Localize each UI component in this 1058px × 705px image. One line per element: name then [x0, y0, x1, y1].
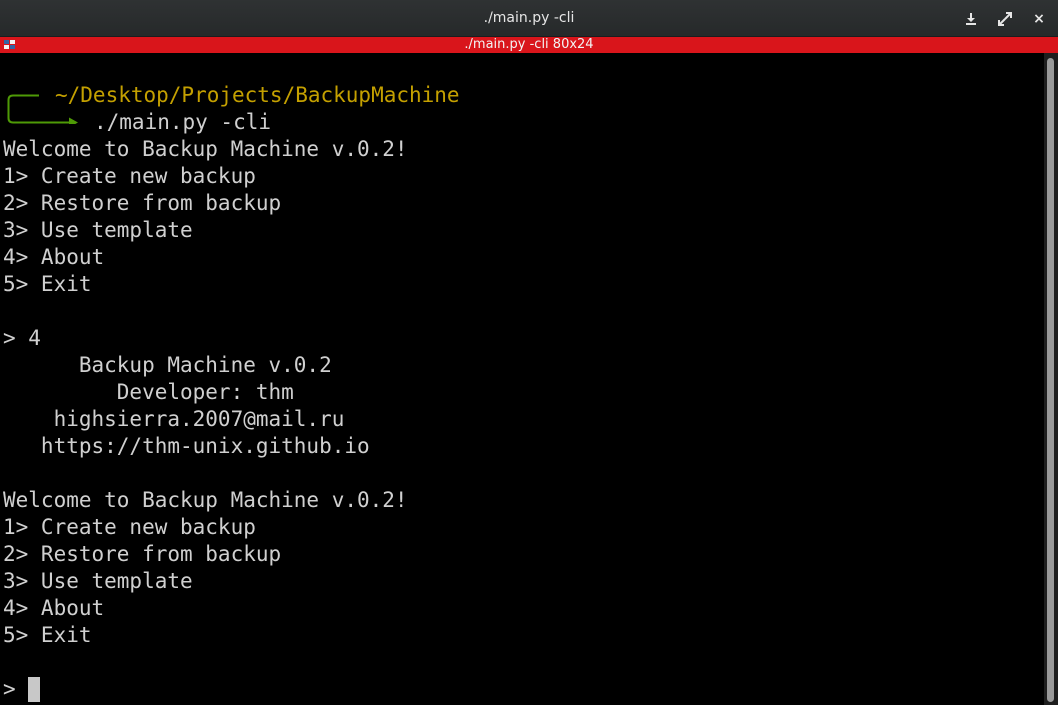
window-titlebar[interactable]: ./main.py -cli ×	[0, 0, 1058, 37]
text-cursor[interactable]	[28, 677, 40, 702]
output-line: Welcome to Backup Machine v.0.2!	[3, 488, 408, 512]
output-line: 4> About	[3, 245, 105, 269]
prompt-path: ~/Desktop/Projects/BackupMachine	[55, 83, 460, 107]
scrollbar-thumb[interactable]	[1047, 58, 1054, 702]
expand-arrows-icon	[998, 12, 1012, 26]
output-line: 3> Use template	[3, 218, 193, 242]
output-line: 1> Create new backup	[3, 164, 256, 188]
output-line: Welcome to Backup Machine v.0.2!	[3, 137, 408, 161]
window-title: ./main.py -cli	[483, 10, 575, 26]
input-prompt: >	[3, 677, 29, 701]
maximize-button[interactable]	[993, 7, 1017, 31]
close-button[interactable]: ×	[1027, 7, 1051, 31]
output-line: Backup Machine v.0.2	[3, 353, 332, 377]
output-line: 2> Restore from backup	[3, 542, 282, 566]
minimize-button[interactable]	[959, 7, 983, 31]
terminal-scrollbar[interactable]	[1044, 53, 1058, 705]
terminal-window: ./main.py -cli × ./main.py -cli 80x24 ~/…	[0, 0, 1058, 705]
output-line: 3> Use template	[3, 569, 193, 593]
output-line: Developer: thm	[3, 380, 294, 404]
tab-title: ./main.py -cli 80x24	[464, 37, 594, 52]
output-line: 5> Exit	[3, 272, 92, 296]
output-line: 4> About	[3, 596, 105, 620]
output-line: highsierra.2007@mail.ru	[3, 407, 345, 431]
output-line: 2> Restore from backup	[3, 191, 282, 215]
output-line: 5> Exit	[3, 623, 92, 647]
output-line: > 4	[3, 326, 41, 350]
output-line: 1> Create new backup	[3, 515, 256, 539]
terminal-tab[interactable]: ./main.py -cli 80x24	[0, 37, 1058, 53]
terminal-output[interactable]: ~/Desktop/Projects/BackupMachine ./main.…	[0, 53, 1044, 705]
prompt-command: ./main.py -cli	[94, 110, 272, 134]
output-line: https://thm-unix.github.io	[3, 434, 370, 458]
